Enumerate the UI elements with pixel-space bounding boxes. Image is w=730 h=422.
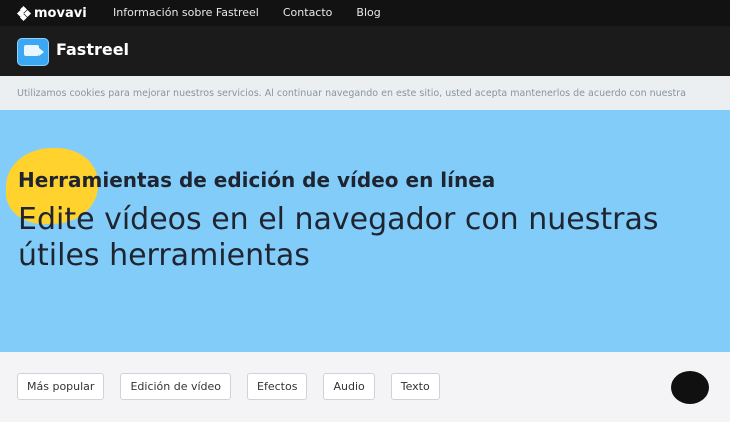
video-editor-icon[interactable] bbox=[17, 38, 49, 66]
cookie-notice: Utilizamos cookies para mejorar nuestros… bbox=[0, 76, 730, 110]
filter-audio[interactable]: Audio bbox=[323, 373, 375, 400]
top-nav: Información sobre Fastreel Contacto Blog bbox=[113, 6, 405, 19]
hero-section: Herramientas de edición de vídeo en líne… bbox=[0, 110, 730, 352]
movavi-brand-text: movavi bbox=[34, 5, 87, 21]
cookie-notice-text: Utilizamos cookies para mejorar nuestros… bbox=[17, 88, 686, 99]
filter-most-popular[interactable]: Más popular bbox=[17, 373, 105, 400]
nav-link-contact[interactable]: Contacto bbox=[283, 6, 333, 19]
nav-link-info[interactable]: Información sobre Fastreel bbox=[113, 6, 259, 19]
movavi-logo[interactable]: movavi bbox=[16, 5, 87, 22]
app-name[interactable]: Fastreel bbox=[56, 40, 129, 59]
top-bar: movavi Información sobre Fastreel Contac… bbox=[0, 0, 730, 26]
filter-text[interactable]: Texto bbox=[390, 373, 440, 400]
app-header: Fastreel bbox=[0, 26, 730, 76]
movavi-logo-icon bbox=[16, 5, 32, 22]
hero-subtitle: Edite vídeos en el navegador con nuestra… bbox=[18, 202, 659, 273]
hero-title: Herramientas de edición de vídeo en líne… bbox=[18, 168, 496, 192]
nav-link-blog[interactable]: Blog bbox=[356, 6, 380, 19]
filter-video-editing[interactable]: Edición de vídeo bbox=[120, 373, 232, 400]
filter-effects[interactable]: Efectos bbox=[247, 373, 308, 400]
chat-bubble-icon[interactable] bbox=[671, 371, 709, 404]
category-filters: Más popular Edición de vídeo Efectos Aud… bbox=[17, 373, 456, 400]
